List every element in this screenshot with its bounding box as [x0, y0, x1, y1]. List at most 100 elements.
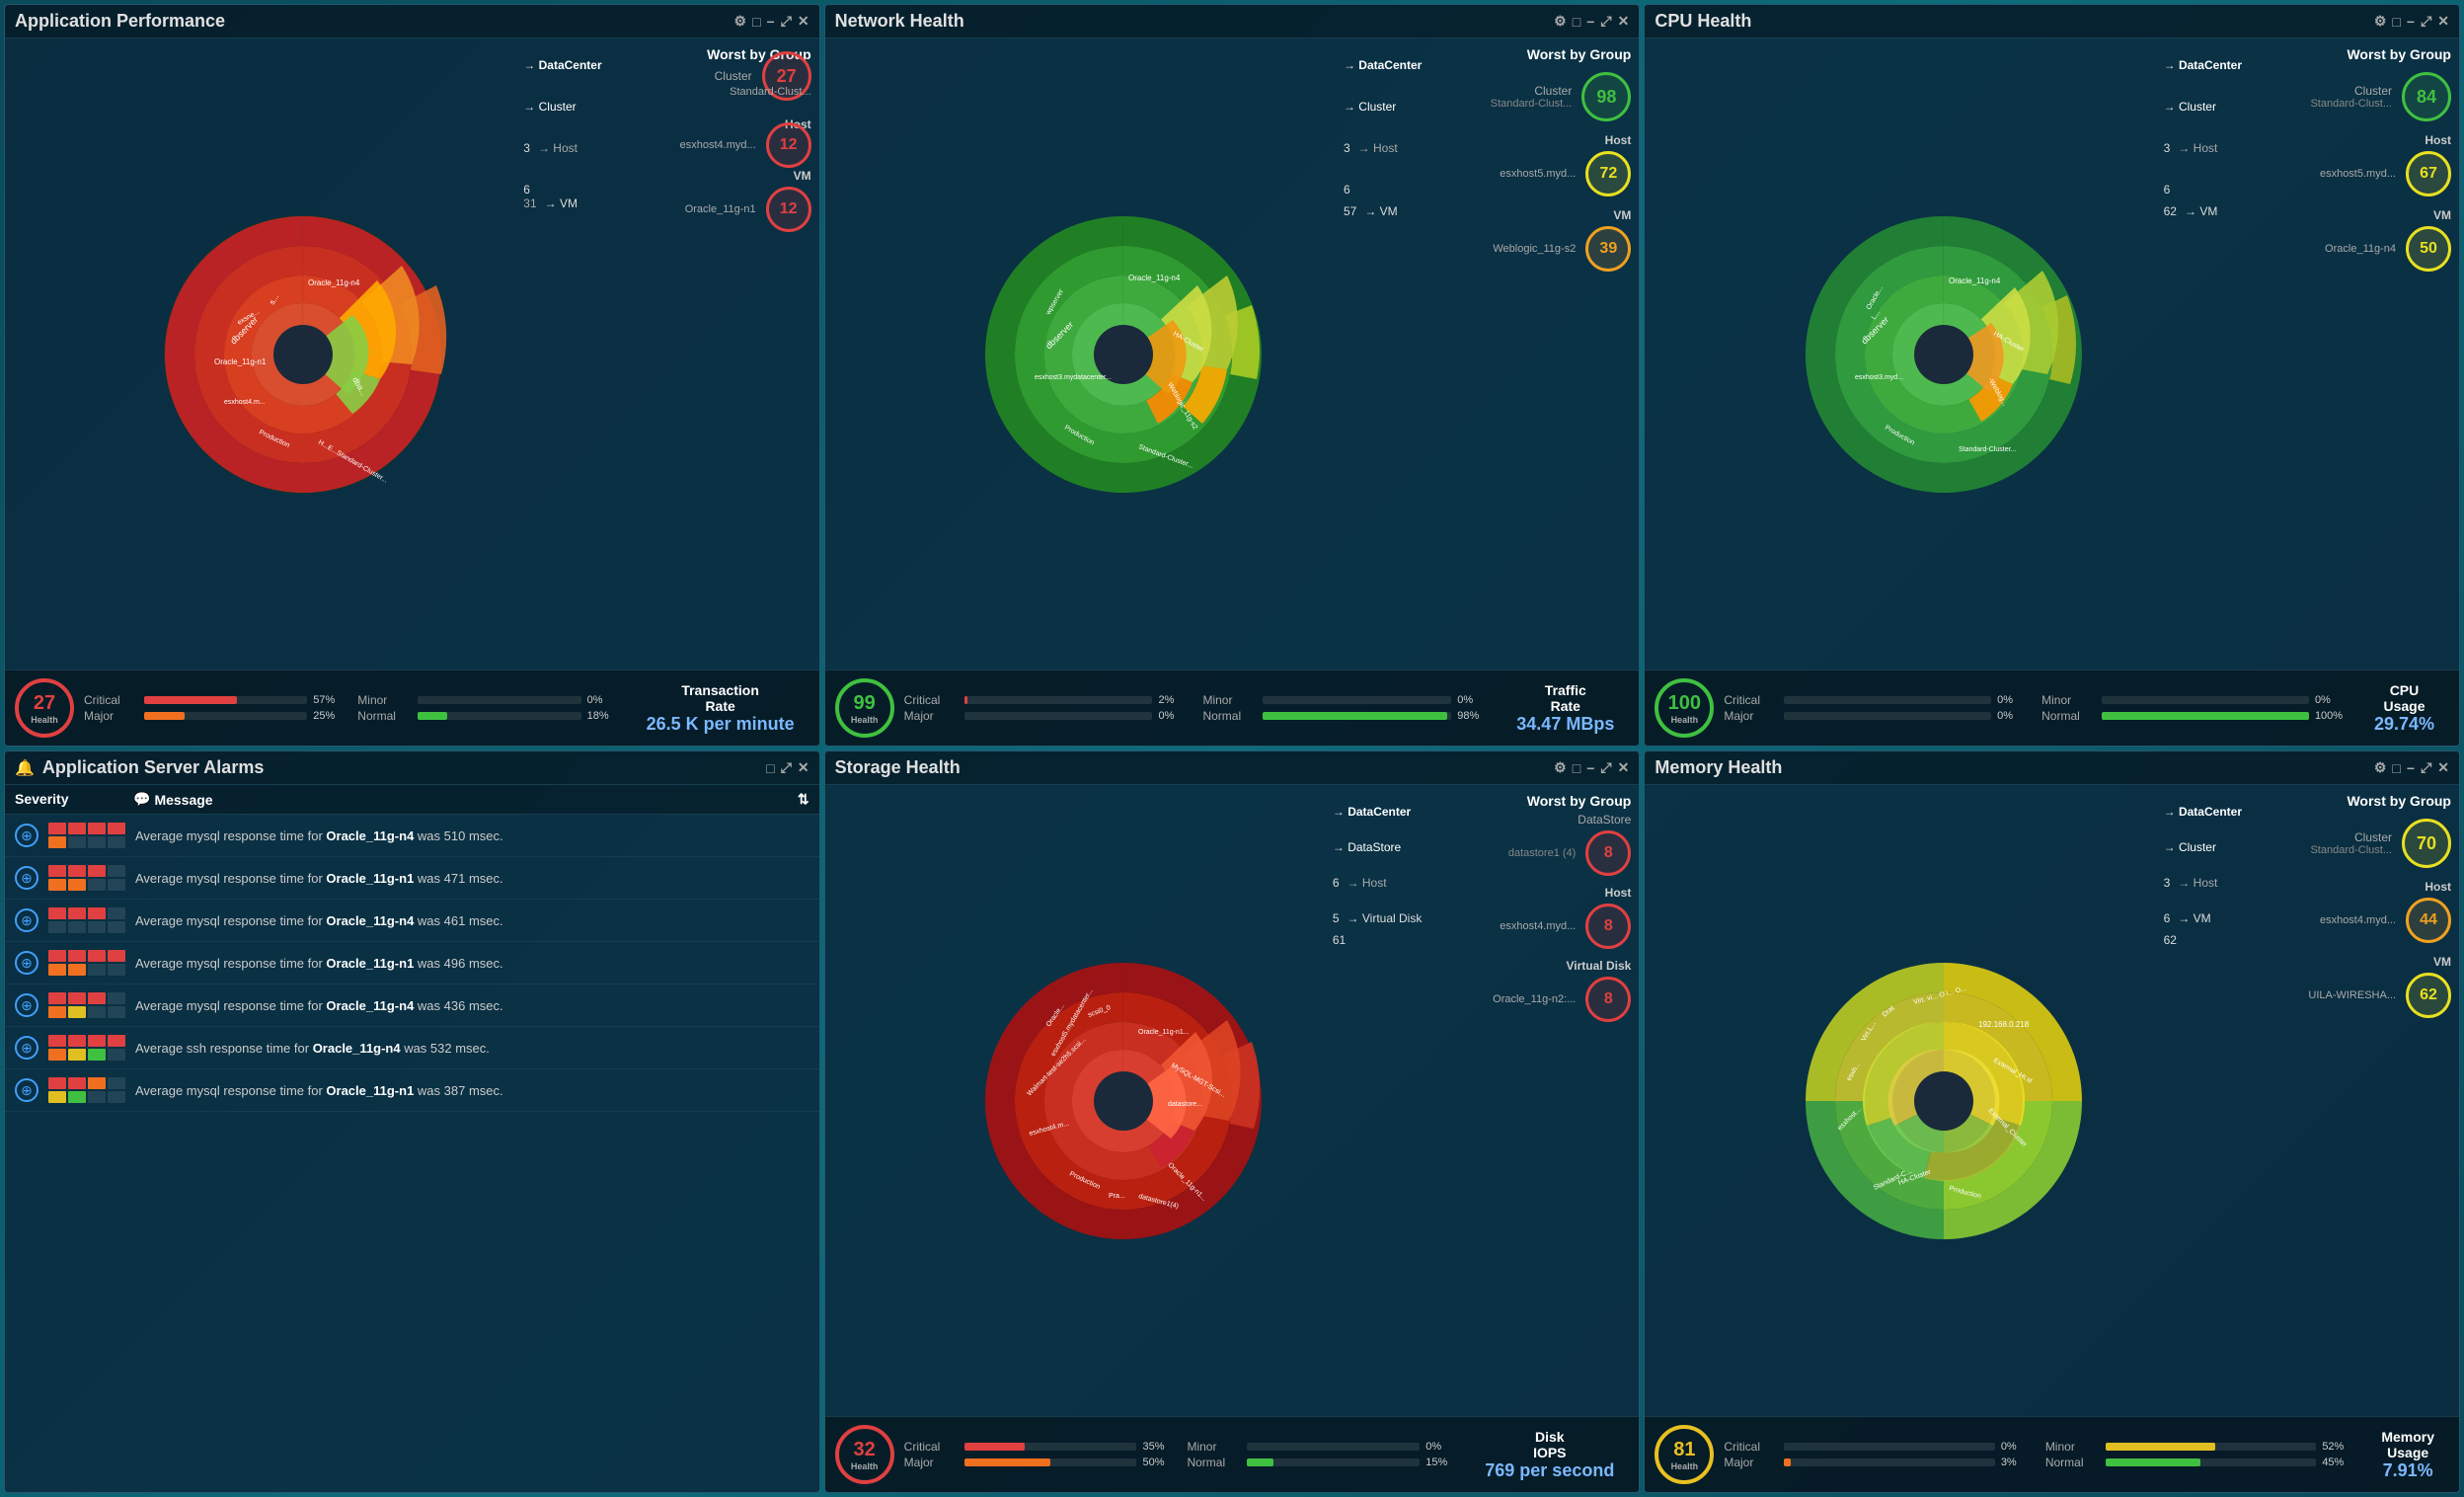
minus-icon[interactable]: − — [2407, 760, 2415, 776]
app-perf-title: Application Performance — [15, 11, 734, 32]
app-perf-body: dbserver s... Oracle_11g-n1 exsne... Ora… — [5, 39, 819, 670]
network-stats: 99 Health Critical 2% Minor 0% Major 0% … — [825, 670, 1640, 746]
square-icon[interactable]: □ — [766, 760, 774, 776]
alarm-add-icon[interactable]: ⊕ — [15, 1036, 38, 1060]
network-title: Network Health — [835, 11, 1555, 32]
cpu-title: CPU Health — [1655, 11, 2374, 32]
alarm-row: ⊕ Average mysql response time for Oracle… — [5, 985, 819, 1027]
expand-icon[interactable]: ⤢ — [2421, 13, 2431, 30]
minus-icon[interactable]: − — [1586, 760, 1594, 776]
storage-panel: Storage Health ⚙ □ − ⤢ ✕ — [824, 750, 1641, 1493]
close-icon[interactable]: ✕ — [2437, 759, 2449, 776]
cpu-controls: ⚙ □ − ⤢ ✕ — [2374, 13, 2449, 30]
alarm-add-icon[interactable]: ⊕ — [15, 824, 38, 847]
network-health: 99 Health — [835, 678, 894, 738]
minus-icon[interactable]: − — [767, 14, 775, 30]
close-icon[interactable]: ✕ — [1618, 13, 1630, 30]
cpu-health: 100 Health — [1655, 678, 1714, 738]
svg-text:esxhost3.mydatacenter...: esxhost3.mydatacenter... — [1035, 374, 1112, 381]
alarm-add-icon[interactable]: ⊕ — [15, 951, 38, 975]
gear-icon[interactable]: ⚙ — [1554, 759, 1567, 776]
gear-icon[interactable]: ⚙ — [734, 13, 747, 30]
alarm-add-icon[interactable]: ⊕ — [15, 1078, 38, 1102]
memory-chart: 192.168.0.218 External_Ht.st External_Cl… — [1645, 785, 2242, 1416]
alarm-row: ⊕ Average mysql response time for Oracle… — [5, 942, 819, 985]
svg-text:esxhost4.m...: esxhost4.m... — [224, 399, 266, 406]
memory-health: 81 Health — [1655, 1425, 1714, 1484]
app-perf-chart: dbserver s... Oracle_11g-n1 exsne... Ora… — [5, 39, 602, 670]
alarms-controls: □ ⤢ ✕ — [766, 759, 808, 776]
storage-worst: Worst by Group DataStore datastore1 (4) … — [1422, 785, 1639, 1416]
alarm-add-icon[interactable]: ⊕ — [15, 866, 38, 890]
gear-icon[interactable]: ⚙ — [2374, 759, 2387, 776]
app-perf-worst: Worst by Group Cluster27 Standard-Clust.… — [602, 39, 819, 670]
alarm-add-icon[interactable]: ⊕ — [15, 908, 38, 932]
network-metric: TrafficRate 34.47 MBps — [1502, 682, 1629, 735]
expand-icon[interactable]: ⤢ — [781, 759, 792, 776]
storage-health: 32 Health — [835, 1425, 894, 1484]
minus-icon[interactable]: − — [1586, 14, 1594, 30]
close-icon[interactable]: ✕ — [798, 13, 809, 30]
alarm-row: ⊕ Average mysql response time for Oracle… — [5, 900, 819, 942]
message-icon: 💬 — [133, 791, 150, 808]
sort-icon[interactable]: ⇅ — [798, 791, 809, 808]
app-perf-header: Application Performance ⚙ □ − ⤢ ✕ — [5, 5, 819, 39]
close-icon[interactable]: ✕ — [2437, 13, 2449, 30]
memory-severity: Critical 0% Minor 52% Major 3% Normal 45… — [1724, 1440, 2356, 1469]
alarm-add-icon[interactable]: ⊕ — [15, 993, 38, 1017]
gear-icon[interactable]: ⚙ — [1554, 13, 1567, 30]
svg-text:esxhost3.myd...: esxhost3.myd... — [1855, 374, 1903, 381]
sev-normal: Normal 18% — [357, 709, 621, 723]
sev-minor: Minor 0% — [357, 693, 621, 707]
expand-icon[interactable]: ⤢ — [2421, 759, 2431, 776]
gear-icon[interactable]: ⚙ — [2374, 13, 2387, 30]
alarm-message: Average ssh response time for Oracle_11g… — [135, 1041, 809, 1056]
app-perf-controls: ⚙ □ − ⤢ ✕ — [734, 13, 809, 30]
cpu-metric: CPUUsage 29.74% — [2359, 682, 2449, 735]
col-severity-label: Severity — [15, 791, 133, 808]
network-controls: ⚙ □ − ⤢ ✕ — [1554, 13, 1629, 30]
app-perf-stats: 27 Health Critical 57% Minor 0% Major 25… — [5, 670, 819, 746]
alarm-sev-bars — [48, 992, 125, 1018]
storage-chart: Walmart-test-se2h5.scsi... esxhost5.myda… — [825, 785, 1423, 1416]
storage-title: Storage Health — [835, 757, 1555, 778]
square-icon[interactable]: □ — [1573, 760, 1580, 776]
col-message-label: 💬 Message ⇅ — [133, 791, 809, 808]
memory-metric: MemoryUsage 7.91% — [2366, 1429, 2449, 1481]
storage-severity: Critical 35% Minor 0% Major 50% Normal 1… — [904, 1440, 1461, 1469]
cpu-stats: 100 Health Critical 0% Minor 0% Major 0%… — [1645, 670, 2459, 746]
memory-body: 192.168.0.218 External_Ht.st External_Cl… — [1645, 785, 2459, 1416]
svg-text:datastore...: datastore... — [1168, 1101, 1202, 1108]
square-icon[interactable]: □ — [752, 14, 760, 30]
bell-icon: 🔔 — [15, 758, 35, 778]
close-icon[interactable]: ✕ — [1618, 759, 1630, 776]
alarm-sev-bars — [48, 950, 125, 976]
cpu-severity: Critical 0% Minor 0% Major 0% Normal 100… — [1724, 693, 2349, 723]
square-icon[interactable]: □ — [1573, 14, 1580, 30]
alarm-message: Average mysql response time for Oracle_1… — [135, 1083, 809, 1098]
memory-controls: ⚙ □ − ⤢ ✕ — [2374, 759, 2449, 776]
expand-icon[interactable]: ⤢ — [1600, 759, 1611, 776]
alarm-sev-bars — [48, 823, 125, 848]
close-icon[interactable]: ✕ — [798, 759, 809, 776]
alarm-message: Average mysql response time for Oracle_1… — [135, 998, 809, 1013]
memory-stats: 81 Health Critical 0% Minor 52% Major 3%… — [1645, 1416, 2459, 1492]
alarm-sev-bars — [48, 907, 125, 933]
minus-icon[interactable]: − — [2407, 14, 2415, 30]
svg-text:Oracle_11g-n4: Oracle_11g-n4 — [308, 278, 360, 287]
memory-worst: Worst by Group Cluster Standard-Clust...… — [2242, 785, 2459, 1416]
cpu-worst: Worst by Group Cluster Standard-Clust...… — [2242, 39, 2459, 670]
alarm-row: ⊕ Average mysql response time for Oracle… — [5, 815, 819, 857]
storage-controls: ⚙ □ − ⤢ ✕ — [1554, 759, 1629, 776]
cpu-chart: dbserver esxhost3.myd... Oracle_11g-n4 P… — [1645, 39, 2242, 670]
square-icon[interactable]: □ — [2392, 14, 2400, 30]
network-severity: Critical 2% Minor 0% Major 0% Normal 98% — [904, 693, 1493, 723]
app-perf-severity: Critical 57% Minor 0% Major 25% Normal 1… — [84, 693, 622, 723]
app-perf-metric: TransactionRate 26.5 K per minute — [632, 682, 809, 735]
square-icon[interactable]: □ — [2392, 760, 2400, 776]
expand-icon[interactable]: ⤢ — [781, 13, 792, 30]
alarm-row: ⊕ Average ssh response time for Oracle_1… — [5, 1027, 819, 1069]
memory-header: Memory Health ⚙ □ − ⤢ ✕ — [1645, 751, 2459, 785]
expand-icon[interactable]: ⤢ — [1600, 13, 1611, 30]
alarm-sev-bars — [48, 1035, 125, 1061]
